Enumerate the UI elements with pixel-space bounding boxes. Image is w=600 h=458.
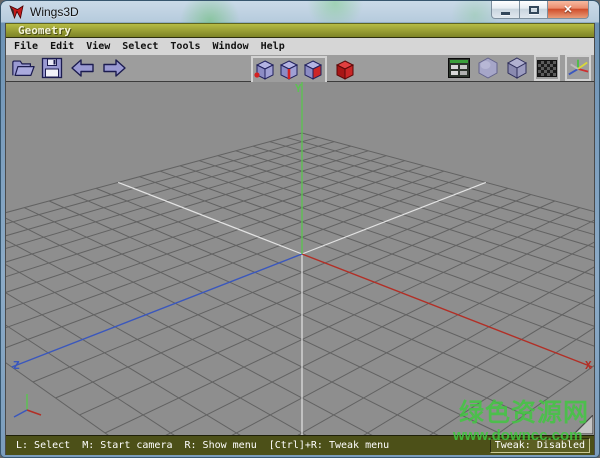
mouse-hint: R: Show menu: [185, 440, 257, 451]
maximize-icon: [529, 6, 539, 14]
viewport[interactable]: Y X Z: [6, 82, 594, 435]
ground-plane-icon: [537, 60, 557, 77]
minimize-icon: [501, 12, 510, 15]
edge-mode-button[interactable]: [277, 58, 301, 82]
mouse-hints: L: Select M: Start camera R: Show menu [Ctr…: [16, 440, 401, 451]
client-area: Geometry FileEditViewSelectToolsWindowHe…: [5, 23, 595, 455]
wireframe-button[interactable]: [505, 56, 529, 80]
edge-cube-icon: [277, 58, 301, 82]
face-mode-button[interactable]: [301, 58, 325, 82]
statusbar: L: Select M: Start camera R: Show menu [Ctr…: [6, 435, 594, 455]
window-controls: ✕: [491, 1, 589, 19]
mouse-hint: M: Start camera: [82, 440, 172, 451]
redo-arrow-icon: [101, 58, 128, 78]
close-icon: ✕: [563, 3, 572, 16]
face-cube-icon: [301, 58, 325, 82]
mouse-hint: [Ctrl]+R: Tweak menu: [269, 440, 389, 451]
axes-toggle[interactable]: [565, 55, 591, 81]
open-folder-button[interactable]: [11, 56, 35, 80]
smooth-shaded-cube-icon: [476, 56, 500, 80]
menu-item[interactable]: Select: [116, 41, 164, 52]
mouse-hint: L: Select: [16, 440, 70, 451]
menu-item[interactable]: Tools: [164, 41, 206, 52]
menubar: FileEditViewSelectToolsWindowHelp: [6, 38, 594, 55]
menu-item[interactable]: Help: [255, 41, 291, 52]
minimize-button[interactable]: [491, 1, 520, 19]
body-cube-icon: [333, 58, 357, 82]
redo-button[interactable]: [101, 56, 128, 80]
save-button[interactable]: [40, 56, 64, 80]
vertex-cube-icon: [253, 58, 277, 82]
selection-mode-group: [251, 56, 357, 84]
close-button[interactable]: ✕: [547, 1, 589, 19]
open-folder-icon: [11, 57, 35, 79]
toolbar: [6, 55, 594, 82]
grid-canvas[interactable]: [6, 82, 594, 435]
geometry-window-header[interactable]: Geometry: [6, 23, 594, 38]
ground-plane-toggle[interactable]: [534, 55, 560, 81]
wings3d-window: Wings3D ✕ Geometry FileEditViewSelectToo…: [0, 0, 600, 458]
titlebar[interactable]: Wings3D ✕: [5, 1, 595, 23]
menu-item[interactable]: Edit: [44, 41, 80, 52]
view-tool-group: [447, 55, 591, 81]
window-title: Wings3D: [30, 5, 79, 19]
menu-item[interactable]: Window: [207, 41, 255, 52]
undo-button[interactable]: [69, 56, 96, 80]
view-options-button[interactable]: [447, 56, 471, 80]
view-options-dialog-icon: [448, 58, 470, 78]
axes-icon: [567, 57, 589, 79]
resize-grip[interactable]: [574, 415, 593, 434]
save-floppy-icon: [41, 57, 63, 79]
menu-item[interactable]: View: [80, 41, 116, 52]
wings3d-logo-icon[interactable]: [9, 5, 24, 19]
tweak-status-button[interactable]: Tweak: Disabled: [490, 438, 590, 453]
menu-item[interactable]: File: [8, 41, 44, 52]
file-tool-group: [11, 56, 128, 80]
maximize-button[interactable]: [519, 1, 548, 19]
body-mode-button[interactable]: [333, 58, 357, 82]
smooth-shaded-button[interactable]: [476, 56, 500, 80]
geometry-window-title: Geometry: [18, 25, 71, 36]
undo-arrow-icon: [69, 58, 96, 78]
selection-mode-buttons: [251, 56, 327, 84]
wireframe-cube-icon: [505, 56, 529, 80]
vertex-mode-button[interactable]: [253, 58, 277, 82]
